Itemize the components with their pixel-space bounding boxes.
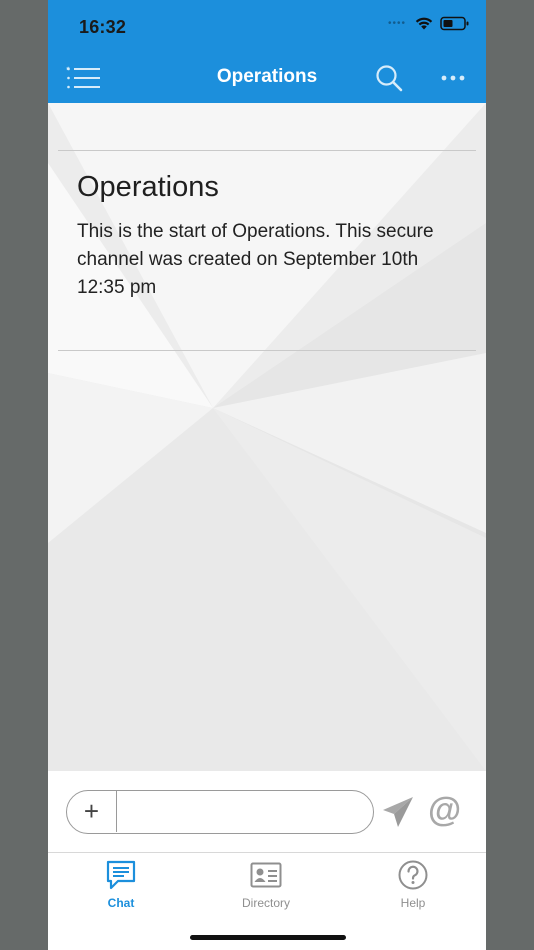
more-icon[interactable]	[440, 66, 468, 90]
add-attachment-button[interactable]: +	[67, 791, 117, 832]
help-icon	[397, 859, 429, 891]
channel-title: Operations	[77, 171, 219, 203]
chat-icon	[105, 859, 137, 891]
tab-chat[interactable]: Chat	[61, 859, 181, 910]
status-indicators: ••••	[388, 16, 470, 31]
chat-area[interactable]: Operations This is the start of Operatio…	[48, 103, 486, 771]
tab-help[interactable]: Help	[353, 859, 473, 910]
message-input[interactable]	[119, 795, 363, 830]
phone-screen: 16:32 •••• Operations Operations This is…	[48, 0, 486, 950]
message-input-container: +	[66, 790, 374, 834]
home-indicator	[190, 935, 346, 940]
signal-icon: ••••	[387, 18, 406, 29]
tab-directory[interactable]: Directory	[206, 859, 326, 910]
send-icon[interactable]	[381, 795, 415, 829]
channel-description: This is the start of Operations. This se…	[77, 221, 434, 298]
search-icon[interactable]	[374, 63, 404, 93]
wifi-icon	[414, 16, 434, 31]
battery-icon	[440, 16, 470, 31]
message-composer: + @	[48, 771, 486, 853]
page-title: Operations	[216, 66, 318, 87]
divider	[58, 350, 476, 351]
tab-label: Help	[400, 896, 426, 910]
menu-icon[interactable]	[65, 65, 101, 91]
tab-label: Chat	[107, 896, 135, 910]
directory-icon	[250, 859, 282, 891]
divider	[58, 150, 476, 151]
tab-label: Directory	[241, 896, 290, 910]
status-time: 16:32	[79, 17, 127, 37]
top-bar: 16:32 •••• Operations	[48, 0, 486, 103]
mention-button[interactable]: @	[428, 791, 461, 830]
tab-bar: Chat Directory Help	[48, 853, 486, 950]
navigation-bar: Operations	[48, 60, 486, 96]
